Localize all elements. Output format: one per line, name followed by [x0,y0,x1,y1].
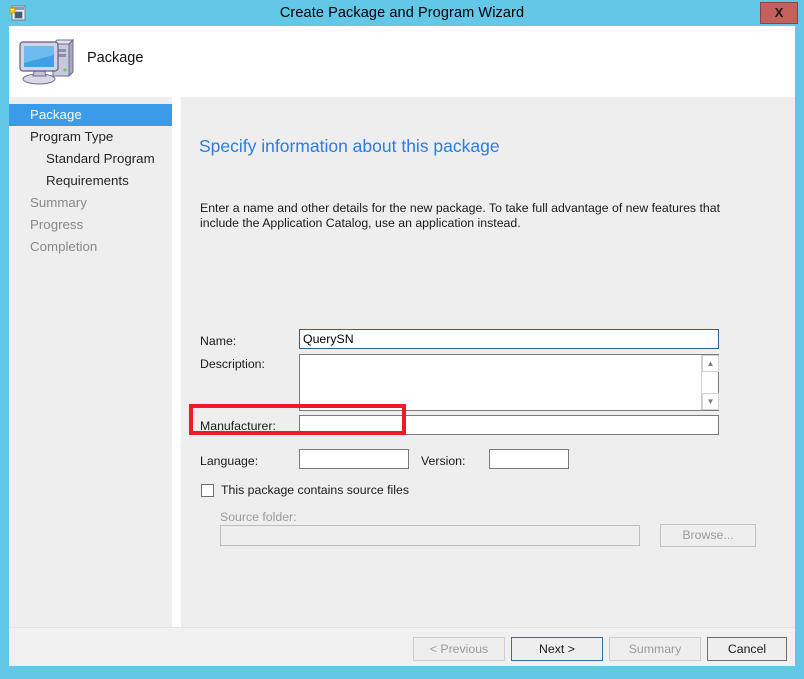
window-title: Create Package and Program Wizard [279,5,525,21]
browse-button: Browse... [660,524,756,547]
language-input[interactable] [299,449,409,469]
previous-button: < Previous [413,637,505,661]
name-input[interactable] [299,329,719,349]
sidebar-item-completion: Completion [9,236,172,258]
language-label: Language: [200,454,259,468]
cancel-button[interactable]: Cancel [707,637,787,661]
summary-button: Summary [609,637,701,661]
source-folder-input [220,525,640,546]
wizard-steps-sidebar: Package Program Type Standard Program Re… [9,97,172,627]
sidebar-item-label: Progress [30,217,84,232]
chevron-up-icon[interactable]: ▲ [702,355,719,372]
source-files-checkbox-label: This package contains source files [221,483,409,497]
sidebar-item-requirements[interactable]: Requirements [9,170,172,192]
page-title: Specify information about this package [199,136,500,156]
sidebar-item-label: Requirements [46,173,129,188]
sidebar-item-progress: Progress [9,214,172,236]
wizard-window: Create Package and Program Wizard X Pack… [0,0,804,679]
sidebar-item-label: Completion [30,239,98,254]
sidebar-item-label: Program Type [30,129,114,144]
description-input[interactable] [300,355,701,410]
sidebar-item-program-type[interactable]: Program Type [9,126,172,148]
sidebar-item-summary: Summary [9,192,172,214]
source-files-checkbox-row[interactable]: This package contains source files [201,483,409,497]
description-field-wrapper: ▲ ▼ [299,354,719,411]
sidebar-item-label: Package [30,107,82,122]
manufacturer-label: Manufacturer: [200,419,276,433]
page-description: Enter a name and other details for the n… [200,201,720,230]
name-label: Name: [200,334,237,348]
wizard-header: Package [9,26,795,97]
source-files-checkbox[interactable] [201,483,214,497]
header-title: Package [87,50,144,66]
title-bar: Create Package and Program Wizard X [0,0,804,26]
sidebar-item-standard-program[interactable]: Standard Program [9,148,172,170]
next-button[interactable]: Next > [511,637,603,661]
sidebar-item-label: Standard Program [46,151,155,166]
wizard-footer: < Previous Next > Summary Cancel [9,627,795,666]
version-label: Version: [421,454,466,468]
close-button[interactable]: X [760,2,798,24]
sidebar-item-label: Summary [30,195,87,210]
sidebar-item-package[interactable]: Package [9,104,172,126]
description-label: Description: [200,357,265,371]
source-folder-label: Source folder: [220,510,297,524]
chevron-down-icon[interactable]: ▼ [702,393,719,410]
computer-icon [19,38,75,85]
description-scrollbar[interactable]: ▲ ▼ [701,355,719,410]
panel-divider [172,97,181,627]
window-frame: Package Package Program Type Standard Pr… [9,26,795,666]
manufacturer-input[interactable] [299,415,719,435]
wizard-content-panel: Specify information about this package E… [181,97,795,627]
version-input[interactable] [489,449,569,469]
